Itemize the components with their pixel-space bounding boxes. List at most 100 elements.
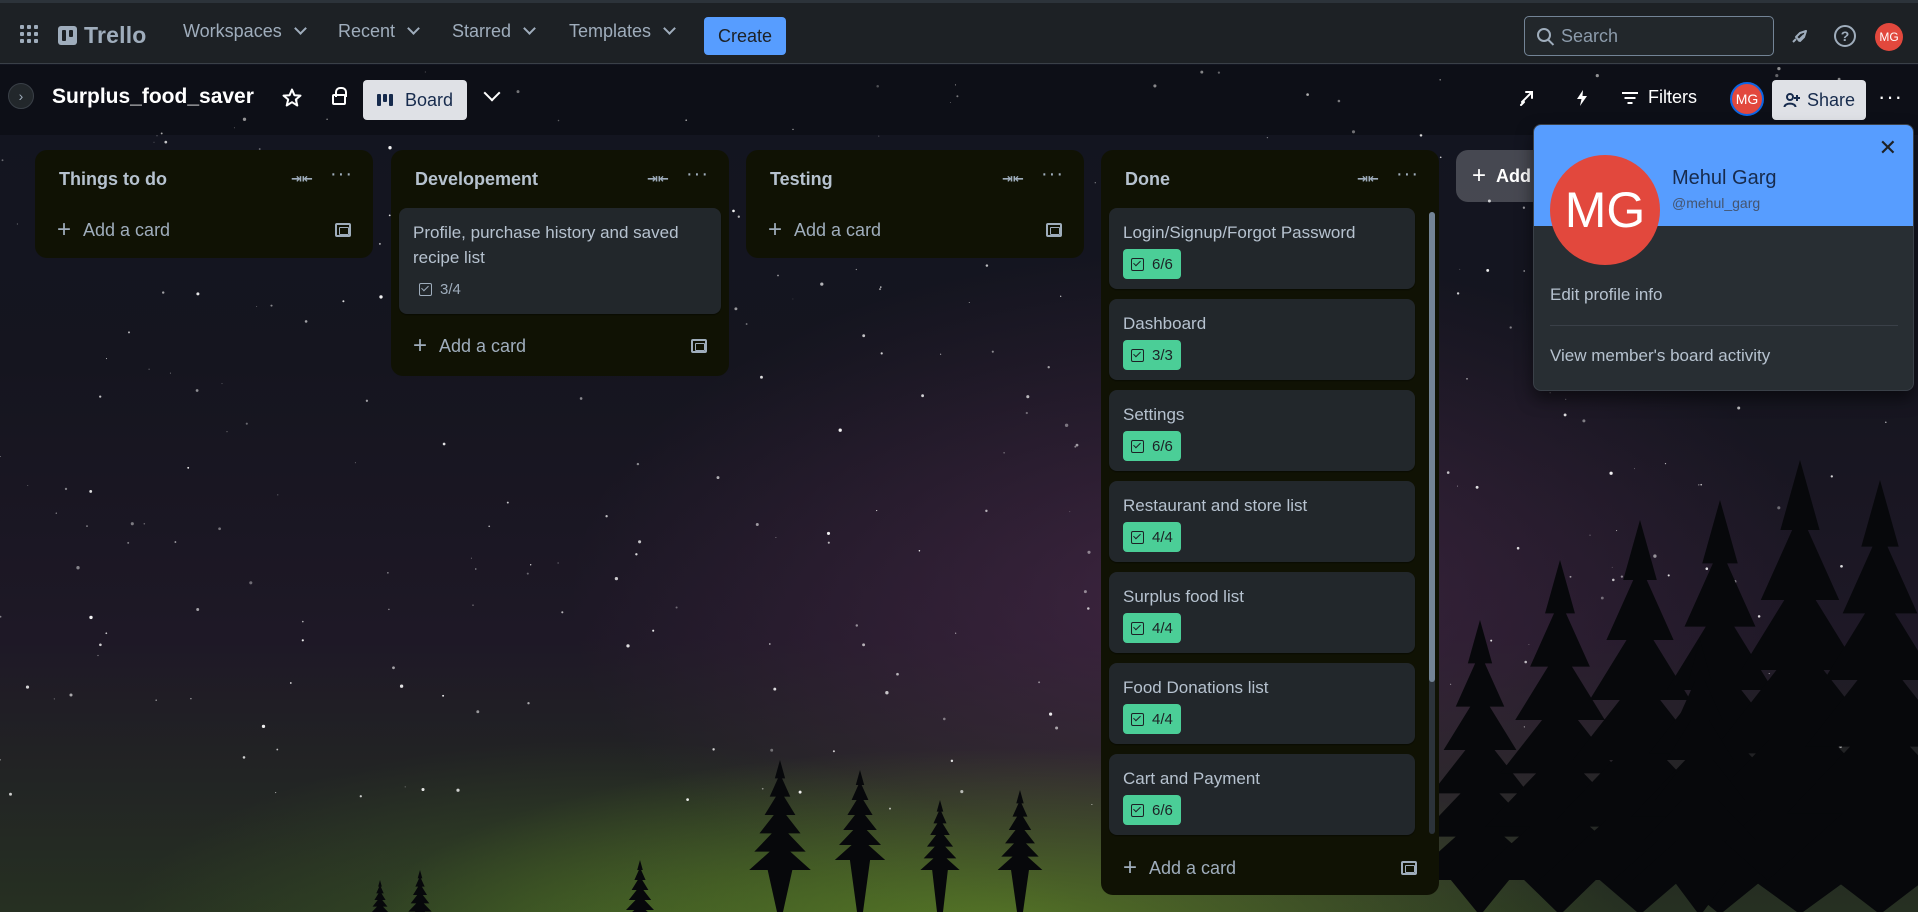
sidebar-expand-icon[interactable]: › [8,83,34,109]
logo-text: Trello [84,22,147,48]
checklist-count: 6/6 [1152,437,1173,455]
card[interactable]: Dashboard 3/3 [1109,299,1415,380]
add-card-button[interactable]: + Add a card [1109,846,1431,890]
card-title: Profile, purchase history and saved reci… [413,223,679,267]
help-icon[interactable]: ? [1834,25,1856,47]
card-title: Login/Signup/Forgot Password [1123,223,1356,242]
card[interactable]: Surplus food list 4/4 [1109,572,1415,653]
collapse-list-icon[interactable]: ⇥⇤ [1002,172,1024,186]
card[interactable]: Profile, purchase history and saved reci… [399,208,721,314]
list-scrollbar-thumb[interactable] [1429,212,1435,682]
card-title: Cart and Payment [1123,769,1261,788]
view-board-activity-link[interactable]: View member's board activity [1550,346,1770,366]
recent-label: Recent [338,21,396,41]
checklist-icon [419,282,432,296]
card-template-icon[interactable] [691,339,707,353]
checklist-icon [1131,439,1144,453]
visibility-lock-icon[interactable] [332,87,347,105]
starred-menu[interactable]: Starred [452,21,536,42]
workspaces-menu[interactable]: Workspaces [183,21,307,42]
card[interactable]: Settings 6/6 [1109,390,1415,471]
search-input[interactable]: Search [1524,16,1774,56]
board-member-avatar[interactable]: MG [1730,82,1764,116]
checklist-complete-badge: 4/4 [1123,704,1181,734]
checklist-complete-badge: 6/6 [1123,249,1181,279]
checklist-icon [1131,348,1144,362]
account-avatar[interactable]: MG [1875,23,1903,51]
checklist-icon [1131,621,1144,635]
power-ups-icon[interactable] [1516,87,1540,111]
checklist-count: 3/3 [1152,346,1173,364]
card[interactable]: Cart and Payment 6/6 [1109,754,1415,835]
card[interactable]: Login/Signup/Forgot Password 6/6 [1109,208,1415,289]
list-title[interactable]: Developement [415,169,538,190]
add-card-button[interactable]: + Add a card [43,208,365,252]
card-title: Restaurant and store list [1123,496,1308,515]
list-actions-icon[interactable]: ··· [686,164,709,184]
board-view-icon [376,94,395,106]
collapse-list-icon[interactable]: ⇥⇤ [1357,172,1379,186]
board-menu-icon[interactable]: ··· [1878,86,1903,108]
list-title[interactable]: Things to do [59,169,167,190]
list-header: Done ⇥⇤ ··· [1109,150,1431,208]
card[interactable]: Food Donations list 4/4 [1109,663,1415,744]
checklist-icon [1131,257,1144,271]
templates-label: Templates [569,21,652,41]
card[interactable]: Restaurant and store list 4/4 [1109,481,1415,562]
automation-icon[interactable] [1570,87,1594,111]
create-button[interactable]: Create [704,17,786,55]
trello-logo[interactable]: Trello [58,22,147,49]
list-header: Things to do ⇥⇤ ··· [43,150,365,208]
plus-icon: + [768,216,783,243]
list-title[interactable]: Done [1125,169,1170,190]
starred-label: Starred [452,21,512,41]
list-actions-icon[interactable]: ··· [330,164,353,184]
card-template-icon[interactable] [335,223,351,237]
checklist-count: 4/4 [1152,528,1173,546]
checklist-count: 6/6 [1152,801,1173,819]
checklist-count: 6/6 [1152,255,1173,273]
checklist-count: 3/4 [440,280,461,298]
card-title: Dashboard [1123,314,1207,333]
add-card-button[interactable]: + Add a card [399,324,721,368]
star-icon[interactable] [280,87,304,111]
close-icon[interactable]: ✕ [1879,137,1897,159]
collapse-list-icon[interactable]: ⇥⇤ [291,172,313,186]
add-card-button[interactable]: + Add a card [754,208,1076,252]
edit-profile-link[interactable]: Edit profile info [1550,285,1662,305]
chevron-down-icon [523,22,536,35]
board-title[interactable]: Surplus_food_saver [52,85,254,109]
card-title: Food Donations list [1123,678,1269,697]
list-developement: Developement ⇥⇤ ··· Profile, purchase hi… [391,150,729,376]
board-view-button[interactable]: Board [363,80,467,120]
chevron-down-icon [293,22,307,35]
checklist-complete-badge: 6/6 [1123,795,1181,825]
add-card-label: Add a card [1149,857,1237,878]
checklist-count: 4/4 [1152,710,1173,728]
notifications-icon[interactable] [1790,25,1812,47]
share-button[interactable]: Share [1772,80,1866,120]
checklist-complete-badge: 4/4 [1123,613,1181,643]
app-switcher-icon[interactable] [20,25,40,45]
share-label: Share [1806,89,1856,110]
profile-avatar: MG [1550,155,1660,265]
filters-button[interactable]: Filters [1622,87,1697,108]
filter-icon [1622,91,1638,104]
view-switcher-chevron-icon[interactable] [483,84,501,102]
list-done: Done ⇥⇤ ··· Login/Signup/Forgot Password… [1101,150,1439,895]
collapse-list-icon[interactable]: ⇥⇤ [647,172,669,186]
list-actions-icon[interactable]: ··· [1396,164,1419,184]
recent-menu[interactable]: Recent [338,21,420,42]
member-profile-popover: ✕ Mehul Garg @mehul_garg MG Edit profile… [1533,124,1914,391]
profile-name: Mehul Garg [1672,167,1777,189]
card-template-icon[interactable] [1401,861,1417,875]
plus-icon: + [413,332,428,359]
search-placeholder: Search [1561,25,1619,46]
list-actions-icon[interactable]: ··· [1041,164,1064,184]
templates-menu[interactable]: Templates [569,21,676,42]
checklist-complete-badge: 3/3 [1123,340,1181,370]
plus-icon: + [1472,162,1487,189]
card-template-icon[interactable] [1046,223,1062,237]
search-icon [1537,28,1551,42]
list-title[interactable]: Testing [770,169,833,190]
